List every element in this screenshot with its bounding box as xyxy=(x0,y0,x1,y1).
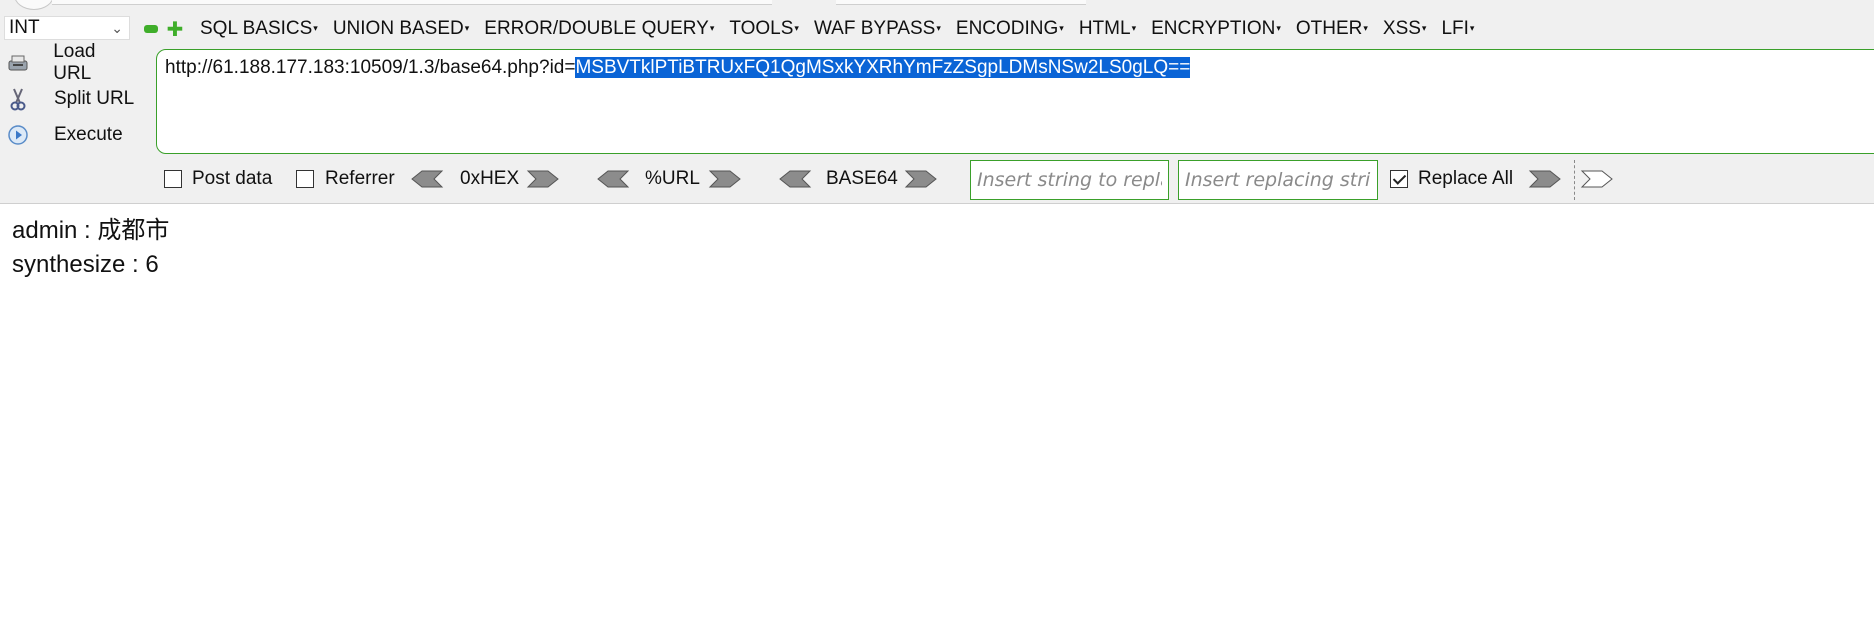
load-url-icon xyxy=(6,51,29,75)
menu-item-sql-basics[interactable]: SQL BASICS▾ xyxy=(200,18,318,40)
menu-item-encryption[interactable]: ENCRYPTION▾ xyxy=(1151,18,1281,40)
menu-item-label: XSS xyxy=(1382,18,1421,39)
page-output: admin : 成都市 synthesize : 6 xyxy=(12,214,169,282)
caret-down-icon: ▾ xyxy=(1363,23,1368,33)
tab-strip-left xyxy=(52,0,772,5)
menu-item-lfi[interactable]: LFI▾ xyxy=(1441,18,1474,40)
hex-encode-right-arrow-icon[interactable] xyxy=(526,168,560,190)
url-decode-left-arrow-icon[interactable] xyxy=(596,168,630,190)
menu-item-error-double-query[interactable]: ERROR/DOUBLE QUERY▾ xyxy=(484,18,714,40)
menu-item-label: HTML xyxy=(1078,18,1131,39)
caret-down-icon: ▾ xyxy=(936,23,941,33)
hex-decode-left-arrow-icon[interactable] xyxy=(410,168,444,190)
menu-item-label: ENCRYPTION xyxy=(1151,18,1276,39)
load-url-button[interactable]: Load URL xyxy=(6,41,136,84)
menu-item-label: OTHER xyxy=(1295,18,1363,39)
menu-item-label: LFI xyxy=(1441,18,1469,39)
execute-button[interactable]: Execute xyxy=(6,120,136,150)
menu-item-label: UNION BASED xyxy=(332,18,464,39)
menu-item-encoding[interactable]: ENCODING▾ xyxy=(956,18,1064,40)
replace-all-label: Replace All xyxy=(1418,168,1514,189)
base64-encode-right-arrow-icon[interactable] xyxy=(904,168,938,190)
caret-down-icon: ▾ xyxy=(1469,23,1475,33)
caret-down-icon: ▾ xyxy=(313,23,318,33)
chevron-down-icon: ⌄ xyxy=(111,20,123,36)
base64-decode-left-arrow-icon[interactable] xyxy=(778,168,812,190)
replace-all-checkbox[interactable] xyxy=(1390,170,1408,188)
menu-item-label: SQL BASICS xyxy=(200,18,313,39)
menu-item-label: ERROR/DOUBLE QUERY xyxy=(484,18,709,39)
type-select[interactable]: INT ⌄ xyxy=(4,16,130,40)
play-icon xyxy=(6,123,30,147)
url-text: http://61.188.177.183:10509/1.3/base64.p… xyxy=(165,56,1191,80)
caret-down-icon: ▾ xyxy=(709,23,715,33)
replacing-string-input[interactable] xyxy=(1178,160,1378,200)
minus-icon[interactable]: - xyxy=(144,25,158,33)
top-edge xyxy=(0,0,1874,10)
menu-bar: SQL BASICS▾ UNION BASED▾ ERROR/DOUBLE QUER… xyxy=(200,14,1489,44)
post-data-label: Post data xyxy=(192,168,273,189)
post-data-checkbox[interactable] xyxy=(164,170,182,188)
split-right-arrow-icon[interactable] xyxy=(1580,168,1614,190)
url-encode-label: %URL xyxy=(645,168,700,189)
menu-item-other[interactable]: OTHER▾ xyxy=(1296,18,1368,40)
hex-label: 0xHEX xyxy=(460,168,520,189)
replace-go-arrow-icon[interactable] xyxy=(1528,168,1562,190)
caret-down-icon: ▾ xyxy=(1059,23,1064,33)
split-url-button[interactable]: Split URL xyxy=(6,84,136,114)
referrer-label: Referrer xyxy=(325,168,395,189)
caret-down-icon: ▾ xyxy=(794,23,799,33)
caret-down-icon: ▾ xyxy=(1276,23,1281,33)
options-row: Post data Referrer 0xHEX %URL BASE64 Rep… xyxy=(0,160,1874,200)
menu-item-union-based[interactable]: UNION BASED▾ xyxy=(333,18,469,40)
caret-down-icon: ▾ xyxy=(464,23,470,33)
load-url-label: Load URL xyxy=(53,41,96,84)
url-textarea[interactable]: http://61.188.177.183:10509/1.3/base64.p… xyxy=(156,49,1874,154)
url-encode-right-arrow-icon[interactable] xyxy=(708,168,742,190)
caret-down-icon: ▾ xyxy=(1131,23,1137,33)
plus-icon[interactable]: ✚ xyxy=(167,19,184,41)
scissors-icon xyxy=(6,87,30,111)
url-prefix: http://61.188.177.183:10509/1.3/base64.p… xyxy=(165,57,576,78)
menu-item-label: WAF BYPASS xyxy=(813,18,936,39)
menu-item-html[interactable]: HTML▾ xyxy=(1079,18,1136,40)
output-line-2: synthesize : 6 xyxy=(12,251,159,278)
menu-item-xss[interactable]: XSS▾ xyxy=(1383,18,1427,40)
dashed-separator xyxy=(1574,160,1575,200)
hackbar-toolbar: INT ⌄ - ✚ SQL BASICS▾UNION BASED▾ERROR/D… xyxy=(0,0,1874,204)
menu-item-waf-bypass[interactable]: WAF BYPASS▾ xyxy=(814,18,941,40)
tab-circle xyxy=(14,0,54,10)
caret-down-icon: ▾ xyxy=(1421,23,1427,33)
output-line-1: admin : 成都市 xyxy=(12,217,170,244)
execute-label: Execute xyxy=(54,124,123,145)
tab-strip-right xyxy=(836,0,1086,5)
url-selected-payload: MSBVTklPTiBTRUxFQ1QgMSxkYXRhYmFzZSgpLDMs… xyxy=(575,57,1191,78)
base64-label: BASE64 xyxy=(826,168,898,189)
referrer-checkbox[interactable] xyxy=(296,170,314,188)
type-select-value: INT xyxy=(9,17,40,38)
menu-item-label: TOOLS xyxy=(729,18,794,39)
menu-item-tools[interactable]: TOOLS▾ xyxy=(729,18,799,40)
split-url-label: Split URL xyxy=(54,88,135,109)
menu-item-label: ENCODING xyxy=(955,18,1059,39)
replace-string-input[interactable] xyxy=(970,160,1169,200)
menu-row: INT ⌄ - ✚ SQL BASICS▾UNION BASED▾ERROR/D… xyxy=(0,14,1874,44)
